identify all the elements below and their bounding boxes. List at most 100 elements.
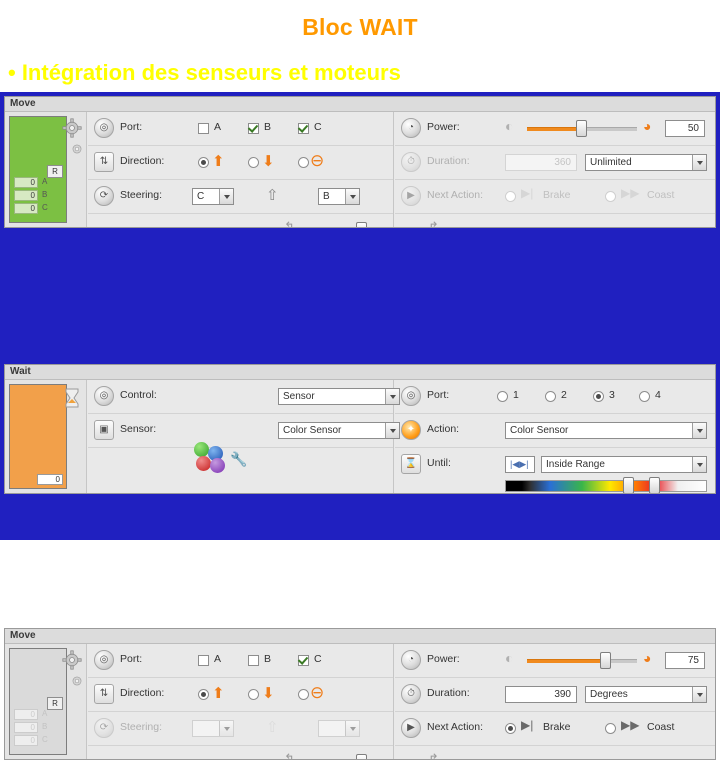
motor-values: 0A 0B 0C bbox=[12, 177, 64, 216]
next-action-row: ▶ Next Action: ▶| Brake ▶▶ Coast bbox=[395, 180, 715, 214]
port-c-label: C bbox=[314, 653, 322, 665]
move1-right-column: ◔ Power: ◐ ◕ 50 ⏱ Duration: 360 Unlimite… bbox=[395, 112, 715, 227]
screenshot-panels: Move R 0A 0B 0C ◎ Port: A B C ⇅ Directio… bbox=[0, 92, 720, 760]
direction-icon: ⇅ bbox=[94, 684, 114, 704]
port-b-checkbox[interactable] bbox=[248, 655, 259, 666]
motor-preview-panel: R 0A 0B 0C bbox=[9, 116, 67, 223]
port-a-checkbox[interactable] bbox=[198, 655, 209, 666]
next-action-coast-radio[interactable] bbox=[605, 191, 616, 202]
port-c-checkbox[interactable] bbox=[298, 655, 309, 666]
direction-down-radio[interactable] bbox=[248, 157, 259, 168]
action-icon: ✦ bbox=[401, 420, 421, 440]
control-combo[interactable]: Sensor bbox=[278, 388, 400, 405]
chevron-down-icon bbox=[219, 189, 233, 204]
port-c-label: C bbox=[314, 121, 322, 133]
port-2-radio[interactable] bbox=[545, 391, 556, 402]
wait-left-column: ◎ Control: Sensor ▣ Sensor: Color Sensor bbox=[88, 380, 400, 493]
direction-up-radio[interactable] bbox=[198, 157, 209, 168]
action-combo[interactable]: Color Sensor bbox=[505, 422, 707, 439]
block-icon-column: R 0A 0B 0C bbox=[5, 644, 87, 759]
brake-icon: ▶| bbox=[521, 718, 534, 732]
port-b-checkbox[interactable] bbox=[248, 123, 259, 134]
block-icon-column: 0 bbox=[5, 380, 87, 493]
purple-ball-icon bbox=[210, 458, 225, 473]
power-value-field[interactable]: 75 bbox=[665, 652, 705, 669]
power-low-icon: ◐ bbox=[505, 118, 514, 134]
steering-center-arrow-icon: ⇧ bbox=[266, 187, 279, 204]
power-icon: ◔ bbox=[401, 118, 421, 138]
steering-right-combo[interactable] bbox=[318, 720, 360, 737]
chevron-down-icon bbox=[692, 687, 706, 702]
port-c-checkbox[interactable] bbox=[298, 123, 309, 134]
power-icon: ◔ bbox=[401, 650, 421, 670]
port-1-label: 1 bbox=[513, 389, 519, 401]
steering-left-combo[interactable] bbox=[192, 720, 234, 737]
until-icon: ⌛ bbox=[401, 454, 421, 474]
turn-left-icon: ↰ bbox=[284, 751, 295, 760]
direction-label: Direction: bbox=[120, 687, 165, 699]
sensor-probe-icon: 🔧 bbox=[230, 451, 248, 467]
duration-unit-value: Unlimited bbox=[590, 157, 632, 168]
steering-right-combo[interactable]: B bbox=[318, 188, 360, 205]
until-combo[interactable]: Inside Range bbox=[541, 456, 707, 473]
direction-down-radio[interactable] bbox=[248, 689, 259, 700]
port-label: Port: bbox=[120, 121, 143, 133]
chevron-down-icon bbox=[345, 721, 359, 736]
gear-icon-small bbox=[72, 144, 82, 154]
direction-stop-radio[interactable] bbox=[298, 689, 309, 700]
power-value-field[interactable]: 50 bbox=[665, 120, 705, 137]
block-title: Move bbox=[10, 98, 36, 109]
duration-value-field[interactable]: 360 bbox=[505, 154, 577, 171]
port-3-radio[interactable] bbox=[593, 391, 604, 402]
duration-value-field[interactable]: 390 bbox=[505, 686, 577, 703]
next-action-coast-radio[interactable] bbox=[605, 723, 616, 734]
control-label: Control: bbox=[120, 389, 157, 401]
port-a-checkbox[interactable] bbox=[198, 123, 209, 134]
next-action-icon: ▶ bbox=[401, 718, 421, 738]
steering-right-value: B bbox=[323, 191, 330, 202]
color-range-bar[interactable] bbox=[505, 480, 707, 492]
sensor-combo[interactable]: Color Sensor bbox=[278, 422, 400, 439]
direction-up-radio[interactable] bbox=[198, 689, 209, 700]
block-title: Wait bbox=[10, 366, 31, 377]
duration-unit-combo[interactable]: Degrees bbox=[585, 686, 707, 703]
port-a-label: A bbox=[214, 121, 222, 133]
steering-slider-knob[interactable] bbox=[356, 222, 367, 227]
until-range-mode[interactable]: |◀▶| bbox=[505, 456, 535, 473]
move2-right-column: ◔ Power: ◐ ◕ 75 ⏱ Duration: 390 Degrees … bbox=[395, 644, 715, 759]
wait-block: Wait 0 ◎ Control: Sensor ▣ Sensor: Color… bbox=[4, 364, 716, 494]
port-a-label: A bbox=[214, 653, 222, 665]
steering-row: ⟳ Steering: C ⇧ B bbox=[88, 180, 393, 214]
next-action-brake-radio[interactable] bbox=[505, 723, 516, 734]
hourglass-icon bbox=[65, 388, 79, 408]
port-3-label: 3 bbox=[609, 389, 615, 401]
chevron-down-icon bbox=[692, 155, 706, 170]
wait-preview-value: 0 bbox=[37, 474, 63, 485]
port-icon: ◎ bbox=[401, 386, 421, 406]
block-icon-column: R 0A 0B 0C bbox=[5, 112, 87, 227]
duration-label: Duration: bbox=[427, 687, 470, 699]
port-icon: ◎ bbox=[94, 650, 114, 670]
next-action-label: Next Action: bbox=[427, 189, 484, 201]
power-slider-knob[interactable] bbox=[576, 120, 587, 137]
port-1-radio[interactable] bbox=[497, 391, 508, 402]
port-4-radio[interactable] bbox=[639, 391, 650, 402]
steering-left-combo[interactable]: C bbox=[192, 188, 234, 205]
coast-label: Coast bbox=[647, 721, 675, 733]
port-row: ◎ Port: A B C bbox=[88, 644, 393, 678]
red-ball-icon bbox=[196, 456, 211, 471]
next-action-brake-radio[interactable] bbox=[505, 191, 516, 202]
color-range-knob-left[interactable] bbox=[623, 477, 634, 493]
until-range-icon: |◀▶| bbox=[510, 459, 529, 469]
duration-unit-combo[interactable]: Unlimited bbox=[585, 154, 707, 171]
steering-center-arrow-icon: ⇧ bbox=[266, 719, 279, 736]
color-range-knob-right[interactable] bbox=[649, 477, 660, 493]
next-action-row: ▶ Next Action: ▶| Brake ▶▶ Coast bbox=[395, 712, 715, 746]
direction-stop-radio[interactable] bbox=[298, 157, 309, 168]
steering-slider-knob[interactable] bbox=[356, 754, 367, 759]
duration-icon: ⏱ bbox=[401, 152, 421, 172]
gear-icon-small bbox=[72, 676, 82, 686]
wait-preview-panel: 0 bbox=[9, 384, 67, 489]
stop-icon: ⊖ bbox=[310, 151, 325, 170]
power-slider-knob[interactable] bbox=[600, 652, 611, 669]
